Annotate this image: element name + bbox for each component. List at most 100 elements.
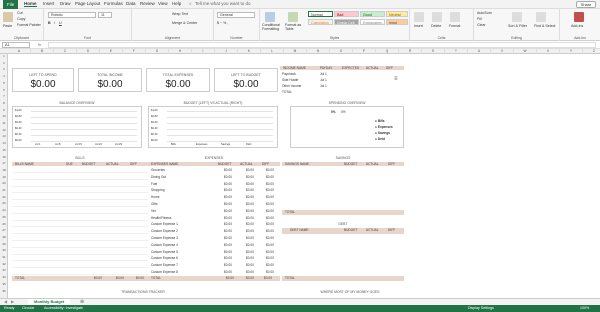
format-cells-icon[interactable] xyxy=(450,12,460,22)
expense-value[interactable]: $0.00 xyxy=(246,222,254,226)
row-header[interactable]: 26 xyxy=(0,222,8,226)
row-header[interactable]: 20 xyxy=(0,181,8,185)
expense-value[interactable]: $0.00 xyxy=(266,209,274,213)
expense-value[interactable]: $0.00 xyxy=(266,263,274,267)
name-box[interactable]: A1 xyxy=(2,42,30,48)
row-header[interactable]: 24 xyxy=(0,208,8,212)
expense-value[interactable]: $0.00 xyxy=(224,250,232,254)
paste-button[interactable]: Paste xyxy=(3,24,12,28)
status-display-settings[interactable]: Display Settings xyxy=(468,305,494,312)
tab-nav-right-icon[interactable]: ▶ xyxy=(11,299,14,304)
format-table-icon[interactable] xyxy=(288,12,298,22)
format-painter-button[interactable]: Format Painter xyxy=(17,23,41,27)
insert-cells-icon[interactable] xyxy=(414,12,424,22)
row-header[interactable]: 29 xyxy=(0,242,8,246)
expense-name[interactable]: Gifts xyxy=(151,202,158,206)
expense-value[interactable]: $0.00 xyxy=(246,182,254,186)
clear-button[interactable]: Clear xyxy=(477,23,486,27)
sort-filter-icon[interactable] xyxy=(512,12,522,22)
expense-value[interactable]: $0.00 xyxy=(266,216,274,220)
row-header[interactable]: 35 xyxy=(0,282,8,286)
style-explanatory[interactable]: Explanatory... xyxy=(360,19,385,25)
style-good[interactable]: Good xyxy=(360,11,385,17)
expense-name[interactable]: Fuel xyxy=(151,182,157,186)
wrap-text-button[interactable]: Wrap Text xyxy=(172,12,188,16)
row-header[interactable]: 19 xyxy=(0,175,8,179)
row-header[interactable]: 17 xyxy=(0,161,8,165)
row-header[interactable]: 11 xyxy=(0,121,8,125)
tab-nav-left-icon[interactable]: ◀ xyxy=(4,299,7,304)
expense-value[interactable]: $0.00 xyxy=(224,229,232,233)
underline-button[interactable]: U xyxy=(59,21,62,25)
conditional-formatting-icon[interactable] xyxy=(265,12,275,22)
expense-value[interactable]: $0.00 xyxy=(266,270,274,274)
expense-value[interactable]: $0.00 xyxy=(266,236,274,240)
expense-value[interactable]: $0.00 xyxy=(224,168,232,172)
expense-name[interactable]: Dining Out xyxy=(151,175,166,179)
style-normal[interactable]: Normal xyxy=(308,11,333,17)
expense-value[interactable]: $0.00 xyxy=(224,175,232,179)
tab-formulas[interactable]: Formulas xyxy=(104,1,123,6)
expense-name[interactable]: Custom Expense 8 xyxy=(151,270,178,274)
row-header[interactable]: 25 xyxy=(0,215,8,219)
expense-value[interactable]: $0.00 xyxy=(246,229,254,233)
merge-center-button[interactable]: Merge & Center xyxy=(172,21,197,25)
style-input[interactable]: Input xyxy=(386,19,408,25)
delete-cells-button[interactable]: Delete xyxy=(431,24,441,28)
tab-review[interactable]: Review xyxy=(140,1,155,6)
expense-value[interactable]: $0.00 xyxy=(224,202,232,206)
row-header[interactable]: 12 xyxy=(0,128,8,132)
expense-value[interactable]: $0.00 xyxy=(224,182,232,186)
row-header[interactable]: 6 xyxy=(0,88,8,92)
style-neutral[interactable]: Neutral xyxy=(386,11,408,17)
expense-value[interactable]: $0.00 xyxy=(246,243,254,247)
expense-name[interactable]: Shopping xyxy=(151,188,164,192)
expense-value[interactable]: $0.00 xyxy=(246,168,254,172)
tab-file[interactable]: File xyxy=(3,0,19,9)
row-header[interactable]: 23 xyxy=(0,201,8,205)
expense-value[interactable]: $0.00 xyxy=(266,188,274,192)
expense-value[interactable]: $0.00 xyxy=(266,256,274,260)
expense-name[interactable]: Custom Expense 5 xyxy=(151,250,178,254)
expense-name[interactable]: Custom Expense 1 xyxy=(151,222,178,226)
font-name-select[interactable]: Roboto xyxy=(48,12,96,18)
search-tell-me[interactable]: Tell me what you want to do xyxy=(195,1,251,6)
status-zoom[interactable]: 100% xyxy=(580,305,589,312)
income-row-3[interactable]: Other Income xyxy=(282,84,301,88)
row-header[interactable]: 28 xyxy=(0,235,8,239)
row-header[interactable]: 16 xyxy=(0,155,8,159)
expense-name[interactable]: Custom Expense 6 xyxy=(151,256,178,260)
expense-value[interactable]: $0.00 xyxy=(224,236,232,240)
copy-button[interactable]: Copy xyxy=(17,17,25,21)
row-header[interactable]: 27 xyxy=(0,228,8,232)
expense-value[interactable]: $0.00 xyxy=(224,209,232,213)
style-check-cell[interactable]: Check Cell xyxy=(334,19,359,25)
expense-value[interactable]: $0.00 xyxy=(246,270,254,274)
insert-cells-button[interactable]: Insert xyxy=(414,24,423,28)
expense-name[interactable]: Home xyxy=(151,195,160,199)
fx-icon[interactable]: fx xyxy=(38,42,41,47)
expense-value[interactable]: $0.00 xyxy=(266,243,274,247)
currency-button[interactable]: $ ~ % , xyxy=(217,21,228,25)
expense-name[interactable]: Custom Expense 4 xyxy=(151,243,178,247)
expense-value[interactable]: $0.00 xyxy=(246,175,254,179)
style-bad[interactable]: Bad xyxy=(334,11,359,17)
row-header[interactable]: 9 xyxy=(0,108,8,112)
formula-input[interactable] xyxy=(48,42,596,48)
expense-value[interactable]: $0.00 xyxy=(246,263,254,267)
italic-button[interactable]: I xyxy=(54,21,55,25)
font-size-select[interactable]: 11 xyxy=(98,12,112,18)
expense-value[interactable]: $0.00 xyxy=(266,202,274,206)
expense-value[interactable]: $0.00 xyxy=(224,216,232,220)
tab-page-layout[interactable]: Page Layout xyxy=(75,1,100,6)
expense-value[interactable]: $0.00 xyxy=(266,229,274,233)
tab-draw[interactable]: Draw xyxy=(60,1,71,6)
expense-name[interactable]: Health/Fitness xyxy=(151,216,171,220)
find-select-button[interactable]: Find & Select xyxy=(534,24,555,28)
format-as-table-button[interactable]: Format as Table xyxy=(285,23,305,32)
fill-button[interactable]: Fill xyxy=(477,17,482,21)
addins-button[interactable]: Add-ins xyxy=(571,24,583,28)
expense-value[interactable]: $0.00 xyxy=(246,250,254,254)
expense-value[interactable]: $0.00 xyxy=(246,236,254,240)
expense-value[interactable]: $0.00 xyxy=(266,182,274,186)
